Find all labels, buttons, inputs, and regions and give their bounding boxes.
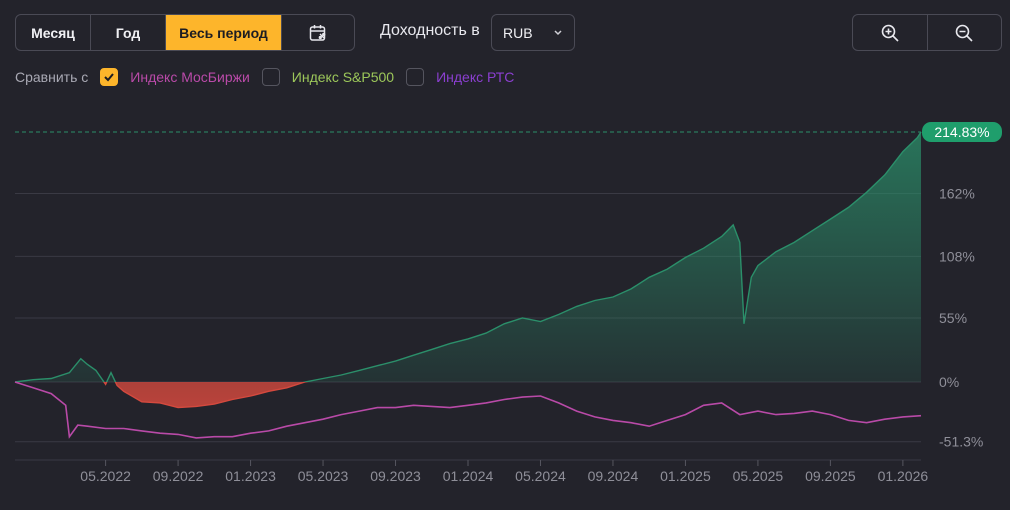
calendar-icon bbox=[309, 24, 326, 41]
zoom-in-icon bbox=[881, 24, 899, 42]
y-tick-label: 55% bbox=[939, 310, 967, 326]
zoom-controls bbox=[852, 14, 1002, 51]
x-tick-label: 05.2022 bbox=[80, 468, 131, 484]
x-tick-label: 09.2022 bbox=[153, 468, 204, 484]
period-all-button[interactable]: Весь период bbox=[166, 15, 282, 50]
compare-moex[interactable]: Индекс МосБиржи bbox=[100, 68, 250, 86]
compare-bar: Сравнить с Индекс МосБиржи Индекс S&P500… bbox=[15, 66, 526, 88]
zoom-in-button[interactable] bbox=[853, 15, 928, 50]
zoom-out-button[interactable] bbox=[928, 15, 1002, 50]
check-icon bbox=[104, 73, 115, 82]
period-selector: Месяц Год Весь период bbox=[15, 14, 355, 51]
x-tick-label: 09.2023 bbox=[370, 468, 421, 484]
yield-label: Доходность в bbox=[380, 22, 480, 39]
compare-moex-checkbox[interactable] bbox=[100, 68, 119, 86]
x-tick-label: 05.2024 bbox=[515, 468, 566, 484]
x-tick-label: 05.2023 bbox=[298, 468, 349, 484]
chevron-down-icon bbox=[554, 30, 562, 36]
x-tick-label: 01.2023 bbox=[225, 468, 276, 484]
x-tick-label: 01.2025 bbox=[660, 468, 711, 484]
x-tick-label: 05.2025 bbox=[733, 468, 784, 484]
performance-chart: 162% 108% 55% 0% -51.3% 05.2022 09.2022 01.2023… bbox=[14, 122, 1002, 484]
compare-sp500-label: Индекс S&P500 bbox=[291, 69, 395, 85]
x-tick-label: 01.2026 bbox=[878, 468, 929, 484]
y-tick-label: -51.3% bbox=[939, 434, 983, 450]
x-tick-label: 09.2025 bbox=[805, 468, 856, 484]
x-tick-label: 01.2024 bbox=[443, 468, 494, 484]
current-value-label: 214.83% bbox=[934, 124, 989, 140]
compare-rts-label: Индекс РТС bbox=[436, 69, 515, 85]
period-year-button[interactable]: Год bbox=[91, 15, 166, 50]
compare-sp500[interactable]: Индекс S&P500 bbox=[261, 68, 395, 86]
compare-moex-label: Индекс МосБиржи bbox=[130, 69, 250, 85]
compare-sp500-checkbox[interactable] bbox=[261, 68, 280, 86]
period-month-button[interactable]: Месяц bbox=[16, 15, 91, 50]
portfolio-area-positive bbox=[15, 132, 921, 382]
y-tick-label: 108% bbox=[939, 248, 975, 264]
compare-label: Сравнить с bbox=[15, 69, 89, 85]
x-tick-label: 09.2024 bbox=[588, 468, 639, 484]
y-tick-label: 0% bbox=[939, 374, 959, 390]
compare-rts[interactable]: Индекс РТС bbox=[406, 68, 514, 86]
compare-rts-checkbox[interactable] bbox=[406, 68, 425, 86]
currency-select[interactable]: RUB bbox=[491, 14, 575, 51]
zoom-out-icon bbox=[955, 24, 973, 42]
currency-value: RUB bbox=[503, 24, 533, 41]
y-tick-label: 162% bbox=[939, 185, 975, 201]
custom-period-button[interactable] bbox=[282, 15, 354, 50]
